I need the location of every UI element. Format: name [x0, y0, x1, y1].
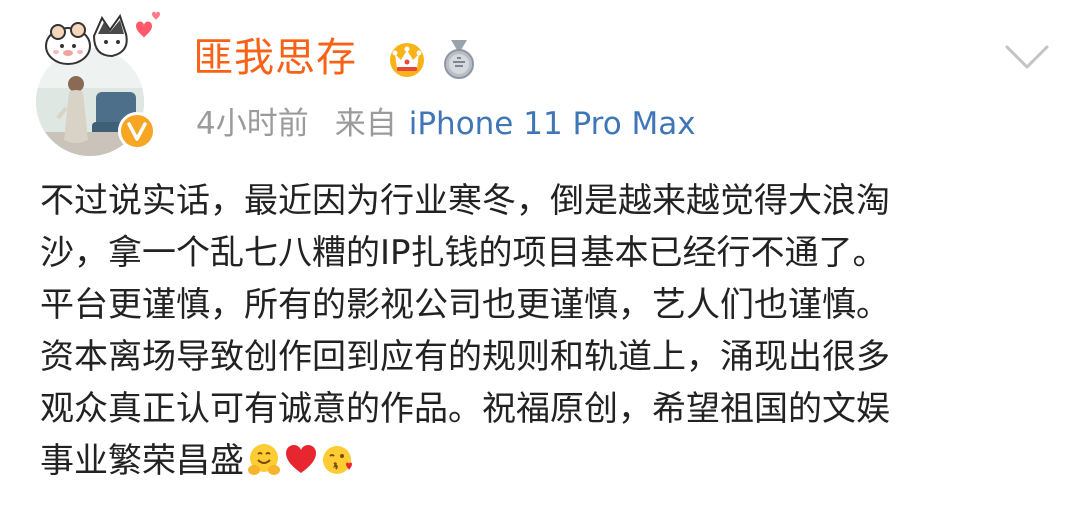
post-text-line: 事业繁荣昌盛 — [40, 441, 244, 481]
chevron-down-icon[interactable] — [1004, 44, 1050, 72]
medal-icon — [444, 40, 474, 79]
post-text-line: 沙，拿一个乱七八糟的IP扎钱的项目基本已经行不通了。 — [40, 233, 887, 273]
post-text-line: 观众真正认可有诚意的作品。祝福原创，希望祖国的文娱 — [40, 389, 890, 429]
post-time: 4小时前 — [196, 106, 309, 142]
hug-emoji — [248, 444, 280, 475]
avatar-block[interactable] — [28, 8, 178, 156]
post-text-line: 资本离场导致创作回到应有的规则和轨道上，涌现出很多 — [40, 337, 890, 377]
post-text-line: 平台更谨慎，所有的影视公司也更谨慎，艺人们也谨慎。 — [40, 285, 890, 325]
crown-icon — [390, 43, 424, 77]
post-meta: 4小时前 来自 iPhone 11 Pro Max — [196, 109, 696, 140]
red-heart-emoji — [286, 445, 316, 473]
blowing-kiss-emoji — [323, 446, 352, 474]
emoji-row — [244, 442, 356, 478]
verified-v-icon — [118, 112, 156, 150]
source-prefix: 来自 — [334, 106, 397, 142]
post-text-line: 不过说实话，最近因为行业寒冬，倒是越来越觉得大浪淘 — [40, 181, 890, 221]
device-link[interactable]: iPhone 11 Pro Max — [409, 106, 696, 142]
username[interactable]: 匪我思存 — [193, 38, 357, 78]
post-text-last-line: 事业繁荣昌盛 — [40, 435, 1060, 487]
post-body: 不过说实话，最近因为行业寒冬，倒是越来越觉得大浪淘 沙，拿一个乱七八糟的IP扎钱… — [40, 175, 1060, 487]
cartoon-dog-frame-icon — [45, 11, 160, 65]
